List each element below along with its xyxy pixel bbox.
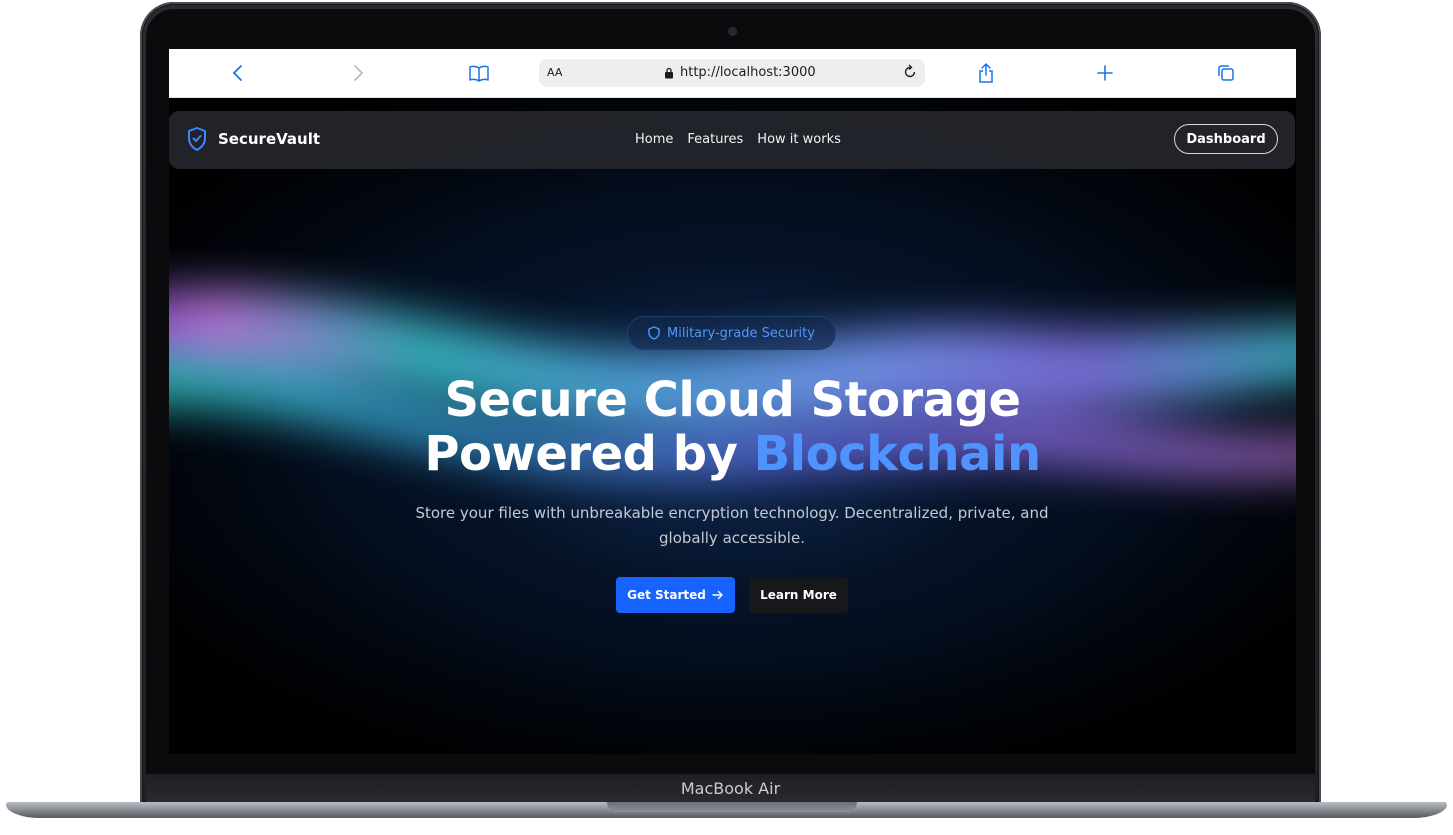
nav-link-features[interactable]: Features [687,132,743,147]
brand-logo[interactable]: SecureVault [186,126,320,152]
badge-text: Military-grade Security [667,325,815,341]
laptop-mockup: AA http://localhost:3000 SecureVault Hom… [0,0,1453,835]
forward-icon[interactable] [344,59,372,87]
hero-subtext: Store your files with unbreakable encryp… [415,504,1049,547]
get-started-button[interactable]: Get Started [616,577,735,613]
device-label: MacBook Air [680,779,781,798]
tabs-icon[interactable] [1212,59,1240,87]
get-started-label: Get Started [627,588,706,602]
nav-links: Home Features How it works [635,132,841,147]
new-tab-icon[interactable] [1091,59,1119,87]
url-text: http://localhost:3000 [680,65,816,80]
site-navbar: SecureVault Home Features How it works D… [169,111,1295,169]
screen: AA http://localhost:3000 SecureVault Hom… [169,49,1296,754]
share-icon[interactable] [972,59,1000,87]
address-bar[interactable]: AA http://localhost:3000 [539,59,925,87]
brand-name: SecureVault [218,130,321,148]
browser-toolbar: AA http://localhost:3000 [169,49,1296,98]
text-size-button[interactable]: AA [547,66,562,79]
bookmarks-icon[interactable] [465,59,493,87]
website: SecureVault Home Features How it works D… [169,98,1296,754]
dashboard-button[interactable]: Dashboard [1174,124,1278,154]
headline-prefix: Powered by [424,426,754,482]
nav-link-how-it-works[interactable]: How it works [757,132,841,147]
camera-icon [729,28,736,35]
shield-icon [648,326,660,340]
arrow-right-icon [712,590,723,600]
headline-accent-word: Blockchain [753,426,1042,482]
nav-link-home[interactable]: Home [635,132,673,147]
hero-headline-line2: Powered by Blockchain [169,428,1296,480]
security-badge: Military-grade Security [627,316,836,350]
shield-check-icon [188,127,206,151]
learn-more-button[interactable]: Learn More [749,577,848,613]
back-icon[interactable] [224,59,252,87]
reload-icon[interactable] [901,63,919,85]
hero-headline-line1: Secure Cloud Storage [444,372,1021,428]
laptop-chin: MacBook Air [146,774,1315,804]
laptop-hinge-notch [607,802,857,812]
lock-icon [665,67,673,78]
